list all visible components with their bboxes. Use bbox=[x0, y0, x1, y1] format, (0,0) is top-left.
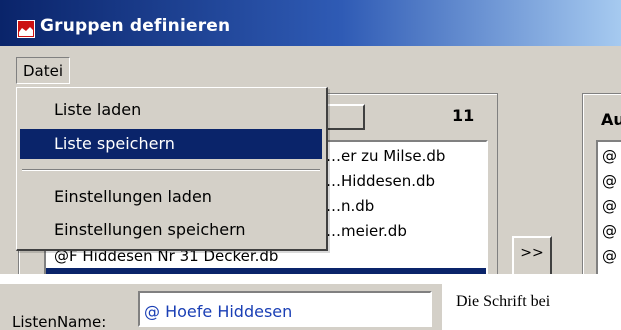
title-bar[interactable]: Gruppen definieren bbox=[0, 0, 621, 46]
menu-bar: Datei bbox=[0, 56, 621, 86]
menu-item-einstellungen-laden[interactable]: Einstellungen laden bbox=[20, 182, 322, 212]
menu-item-liste-laden[interactable]: Liste laden bbox=[20, 95, 322, 125]
app-flag-icon bbox=[17, 20, 35, 38]
menu-item-einstellungen-speichern[interactable]: Einstellungen speichern bbox=[20, 215, 322, 245]
listname-input[interactable] bbox=[138, 291, 432, 327]
list-item[interactable]: @ bbox=[602, 221, 617, 241]
list-item[interactable]: …n.db bbox=[326, 196, 374, 216]
datei-dropdown-menu: Liste laden Liste speichern Einstellunge… bbox=[16, 87, 328, 251]
right-panel-header: Au bbox=[601, 110, 621, 129]
list-item[interactable]: @ bbox=[602, 146, 617, 166]
list-item[interactable]: …Hiddesen.db bbox=[326, 171, 435, 191]
crop-gap bbox=[0, 274, 621, 284]
right-listbox[interactable]: @ @ @ @ @ bbox=[596, 140, 621, 274]
menu-datei[interactable]: Datei bbox=[16, 57, 71, 84]
listname-label: ListenName: bbox=[12, 313, 107, 330]
main-window: Gruppen definieren Datei 11 …er zu Milse… bbox=[0, 0, 621, 274]
list-item[interactable]: @ bbox=[602, 246, 617, 266]
list-item[interactable]: …er zu Milse.db bbox=[326, 146, 445, 166]
list-item[interactable]: @ bbox=[602, 171, 617, 191]
note-text: Die Schrift bei bbox=[456, 293, 551, 310]
list-item[interactable]: @ bbox=[602, 196, 617, 216]
move-right-button[interactable]: >> bbox=[512, 236, 552, 274]
window-title: Gruppen definieren bbox=[40, 16, 231, 36]
list-item[interactable]: …meier.db bbox=[326, 221, 407, 241]
menu-item-liste-speichern[interactable]: Liste speichern bbox=[20, 129, 322, 159]
item-count: 11 bbox=[452, 106, 475, 125]
menu-separator bbox=[22, 169, 320, 171]
